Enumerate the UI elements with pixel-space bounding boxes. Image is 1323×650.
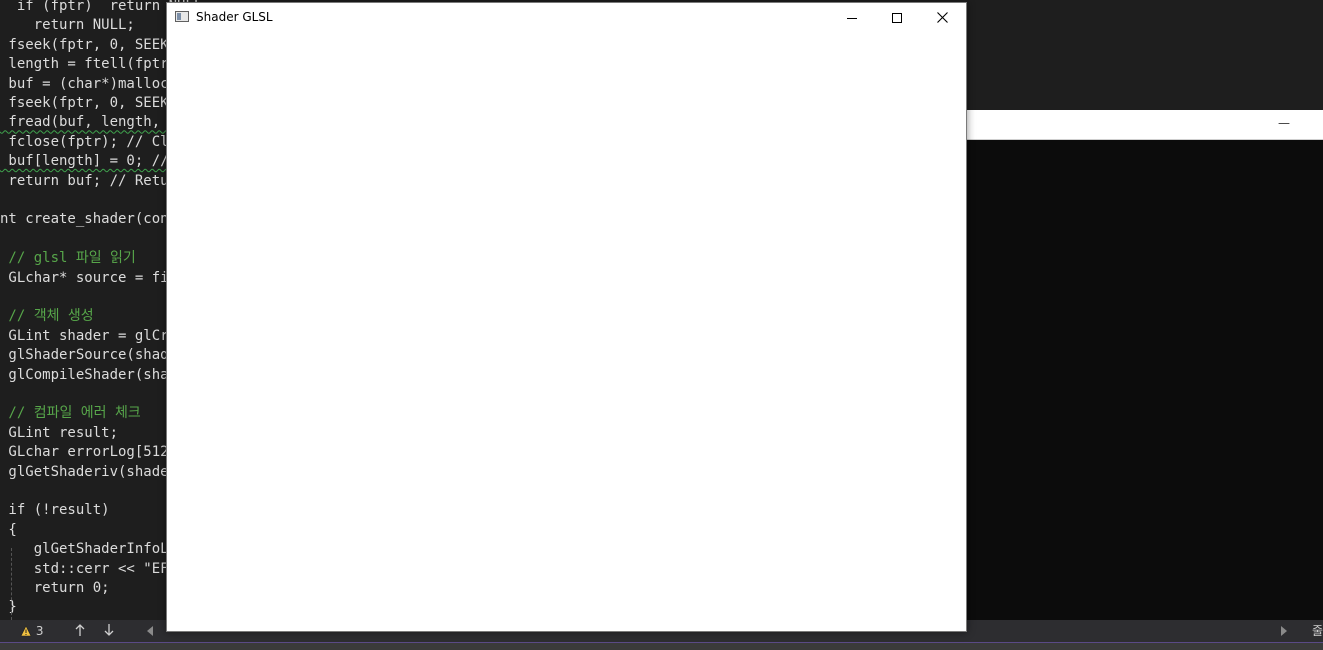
console-titlebar[interactable]: — [966,110,1323,140]
window-titlebar[interactable]: Shader GLSL [167,3,966,32]
code-line: glGetShaderiv(shader [0,463,178,480]
indent-guide [11,548,12,620]
code-line: // 컴파일 에러 체크 [0,405,141,422]
scroll-left-icon[interactable] [146,626,154,636]
code-line: buf = (char*)malloc( [0,75,178,92]
code-line: } [0,599,17,616]
line-indicator: 줄 [1312,624,1323,638]
code-line: { [0,521,17,538]
close-button[interactable] [920,3,965,32]
arrow-up-icon [75,624,85,636]
code-line: glGetShaderInfoL [0,541,169,558]
minimize-icon [846,17,857,19]
code-line: nt create_shader(cons [0,211,178,228]
scroll-right-icon[interactable] [1280,626,1288,636]
code-line: return NULL; [0,17,135,34]
code-line: fseek(fptr, 0, SEEK_ [0,36,178,53]
warning-indicator[interactable]: 3 [20,623,43,639]
code-line: // 객체 생성 [0,308,94,325]
code-line: GLint shader = glCre [0,327,178,344]
code-line: fread(buf, length, 1 [0,114,178,131]
maximize-icon [891,12,902,23]
shader-glsl-window[interactable]: Shader GLSL [166,2,967,632]
window-title: Shader GLSL [196,10,273,24]
previous-issue-button[interactable] [74,623,86,639]
warning-count: 3 [35,624,44,638]
code-line: glCompileShader(shac [0,366,178,383]
next-issue-button[interactable] [103,623,115,639]
code-line: GLchar* source = fil [0,269,178,286]
arrow-down-icon [104,624,114,636]
console-minimize-button[interactable]: — [1278,116,1290,130]
code-line: return buf; // Retur [0,172,178,189]
console-window[interactable]: — [966,110,1323,620]
gl-render-canvas[interactable] [167,32,966,631]
warning-icon [20,625,32,637]
code-line: fclose(fptr); // Clo [0,133,178,150]
code-line: GLint result; [0,424,119,441]
code-line: GLchar errorLog[512] [0,444,178,461]
code-line: buf[length] = 0; // [0,153,178,170]
maximize-button[interactable] [874,3,919,32]
code-line: std::cerr << "EF [0,560,169,577]
code-line: length = ftell(fptr) [0,56,178,73]
code-line: if (!result) [0,502,110,519]
code-line: // glsl 파일 읽기 [0,250,136,267]
close-icon [937,12,948,23]
code-line: fseek(fptr, 0, SEEK_ [0,95,178,111]
minimize-button[interactable] [829,3,874,32]
code-line: glShaderSource(shade [0,347,178,364]
code-line: return 0; [0,580,110,596]
app-window-icon [175,11,189,22]
